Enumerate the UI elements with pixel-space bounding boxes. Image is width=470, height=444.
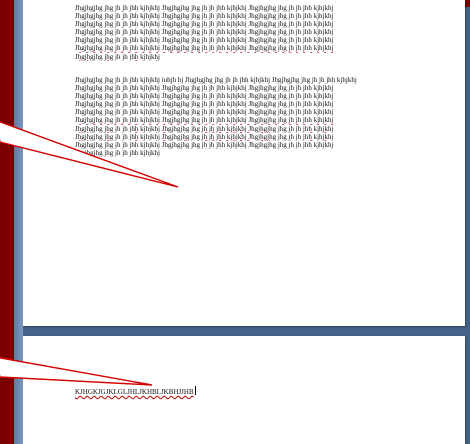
text-line: Jhgjhgjhg jhg jh jh jhh kjhjkhj Jhgjhgjh…	[75, 124, 334, 133]
page-2-text: KJHGKJGJKLGLJHLJKHBLJKBHJJHB	[75, 388, 194, 396]
text-caret	[194, 386, 196, 395]
text-line: Jhgjhgjhg jhg jh jh jhh kjhjkhj Jhgjhgjh…	[75, 132, 334, 141]
text-line: Jhgjhgjhg jhg jh jh jhh kjhjkhj Jhgjhgjh…	[75, 140, 334, 149]
text-line: Jhgjhgjhg jhg jh jh jhh kjhjkhj iuhjh hj…	[75, 76, 357, 84]
text-line: Jhgjhgjhg jhg jh jh jhh kjhjkhj	[75, 52, 160, 61]
text-line: Jhgjhgjhg jhg jh jh jhh kjhjkhj Jhgjhgjh…	[75, 92, 334, 101]
document-page-1[interactable]: Jhgjhgjhg jhg jh jh jhh kjhjkhj Jhgjhgjh…	[23, 0, 465, 326]
text-line: Jhgjhgjhg jhg jh jh jhh kjhjkhj Jhgjhgjh…	[75, 100, 334, 109]
text-line: Jhgjhgjhg jhg jh jh jhh kjhjkhj Jhgjhgjh…	[75, 36, 334, 45]
text-line: Jhgjhgjhg jhg jh jh jhh kjhjkhj Jhgjhgjh…	[75, 84, 334, 93]
text-line: Jhgjhgjhg jhg jh jh jhh kjhjkhj Jhgjhgjh…	[75, 44, 334, 53]
left-frame-bar	[0, 0, 14, 444]
page-2-text-line[interactable]: KJHGKJGJKLGLJHLJKHBLJKBHJJHB	[75, 386, 196, 396]
document-page-2[interactable]: KJHGKJGJKLGLJHLJKHBLJKBHJJHB	[23, 336, 465, 444]
paragraph-2[interactable]: Jhgjhgjhg jhg jh jh jhh kjhjkhj iuhjh hj…	[75, 76, 395, 157]
text-line: Jhgjhgjhg jhg jh jh jhh kjhjkhj	[75, 148, 160, 157]
text-line: Jhgjhgjhg jhg jh jh jhh kjhjkhj Jhgjhgjh…	[75, 20, 334, 29]
text-line: Jhgjhgjhg jhg jh jh jhh kjhjkhj Jhgjhgjh…	[75, 12, 334, 21]
workspace-gutter	[14, 0, 23, 444]
text-line: Jhgjhgjhg jhg jh jh jhh kjhjkhj Jhgjhgjh…	[75, 4, 334, 12]
text-line: Jhgjhgjhg jhg jh jh jhh kjhjkhj Jhgjhgjh…	[75, 116, 334, 125]
text-line: Jhgjhgjhg jhg jh jh jhh kjhjkhj Jhgjhgjh…	[75, 28, 334, 37]
paragraph-1[interactable]: Jhgjhgjhg jhg jh jh jhh kjhjkhj Jhgjhgjh…	[75, 4, 395, 61]
text-line: Jhgjhgjhg jhg jh jh jhh kjhjkhj Jhgjhgjh…	[75, 108, 334, 117]
